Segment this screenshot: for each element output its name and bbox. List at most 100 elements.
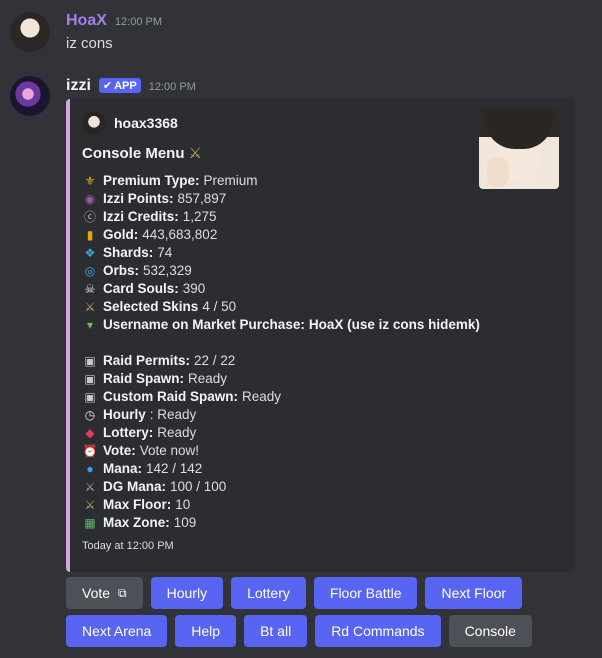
- button-label: Next Arena: [82, 623, 152, 639]
- izzi-points-icon: ◉: [84, 192, 96, 206]
- line-label: Lottery:: [103, 425, 154, 440]
- embed-line: ▮ Gold: 443,683,802: [82, 226, 480, 244]
- line-label: Max Zone:: [103, 515, 170, 530]
- sword-icon: ⚔: [84, 480, 96, 494]
- button-label: Lottery: [247, 585, 290, 601]
- ticket-icon: ▣: [84, 372, 96, 386]
- shards-icon: ❖: [84, 246, 96, 260]
- line-label: Max Floor:: [103, 497, 172, 512]
- line-value: 4 / 50: [202, 299, 237, 314]
- line-value: 10: [175, 497, 191, 512]
- author-avatar: [82, 111, 106, 135]
- bt-all-button[interactable]: Bt all: [244, 615, 308, 647]
- rd-commands-button[interactable]: Rd Commands: [315, 615, 441, 647]
- button-row-2: Next Arena Help Bt all Rd Commands Console: [66, 615, 532, 647]
- lottery-button[interactable]: Lottery: [231, 577, 306, 609]
- embed-line: ◎ Orbs: 532,329: [82, 262, 480, 280]
- embed-description: ⚜ Premium Type: Premium ◉ Izzi Points: 857,89…: [82, 172, 480, 532]
- line-label: Gold:: [103, 227, 139, 242]
- alarm-clock-icon: ⏰: [82, 444, 98, 458]
- console-button[interactable]: Console: [448, 615, 532, 647]
- button-label: Rd Commands: [331, 623, 425, 639]
- embed-line: ◉ Izzi Points: 857,897: [82, 190, 480, 208]
- line-label: Vote:: [103, 443, 136, 458]
- gold-icon: ▮: [86, 228, 94, 242]
- line-value: 1,275: [182, 209, 217, 224]
- line-value: Premium: [203, 173, 258, 188]
- line-value: 390: [182, 281, 206, 296]
- embed: hoax3368 Console Menu ⚔ ⚜ Premium Type: Pr…: [66, 99, 575, 572]
- line-value: 443,683,802: [142, 227, 218, 242]
- line-value: 100 / 100: [170, 479, 227, 494]
- vote-button[interactable]: Vote ⧉: [66, 577, 143, 609]
- avatar[interactable]: [10, 12, 50, 52]
- line-label: Hourly: [103, 407, 146, 422]
- crossed-swords-icon: ⚔: [84, 498, 96, 512]
- next-arena-button[interactable]: Next Arena: [66, 615, 168, 647]
- line-value: : Ready: [149, 407, 197, 422]
- line-label: Selected Skins: [103, 299, 199, 314]
- embed-line: ▣ Raid Spawn: Ready: [82, 370, 480, 388]
- button-label: Console: [464, 623, 516, 639]
- line-label: Username on Market Purchase:: [103, 317, 305, 332]
- line-label: Izzi Credits:: [103, 209, 179, 224]
- embed-author: hoax3368: [82, 111, 178, 135]
- username[interactable]: HoaX: [66, 12, 107, 30]
- avatar[interactable]: [10, 76, 50, 116]
- embed-line: ⚔ DG Mana: 100 / 100: [82, 478, 480, 496]
- line-label: Premium Type:: [103, 173, 200, 188]
- author-name: hoax3368: [114, 115, 178, 131]
- map-icon: ▦: [84, 516, 96, 530]
- timestamp: 12:00 PM: [114, 16, 162, 28]
- premium-icon: ⚜: [84, 174, 96, 188]
- market-icon: ▾: [86, 318, 94, 332]
- line-label: Card Souls:: [103, 281, 179, 296]
- crossed-swords-icon: ⚔: [84, 300, 96, 314]
- floor-battle-button[interactable]: Floor Battle: [313, 577, 418, 609]
- line-value: 22 / 22: [194, 353, 236, 368]
- droplet-icon: ●: [86, 462, 94, 476]
- line-label: Mana:: [103, 461, 143, 476]
- embed-line: ▦ Max Zone: 109: [82, 514, 480, 532]
- button-label: Bt all: [260, 623, 292, 639]
- embed-line: ▣ Raid Permits: 22 / 22: [82, 352, 480, 370]
- line-value: 74: [157, 245, 173, 260]
- line-label: Raid Permits:: [103, 353, 191, 368]
- button-label: Vote: [82, 585, 111, 601]
- clock-icon: ◷: [84, 408, 96, 422]
- embed-line: ▣ Custom Raid Spawn: Ready: [82, 388, 480, 406]
- izzi-credits-icon: ⓒ: [83, 210, 96, 224]
- embed-footer: Today at 12:00 PM: [82, 540, 174, 552]
- crossed-swords-icon: ⚔: [188, 145, 202, 162]
- next-floor-button[interactable]: Next Floor: [425, 577, 523, 609]
- help-button[interactable]: Help: [175, 615, 237, 647]
- line-label: DG Mana:: [103, 479, 167, 494]
- embed-title: Console Menu ⚔: [82, 144, 202, 163]
- embed-line: ☠ Card Souls: 390: [82, 280, 480, 298]
- hourly-button[interactable]: Hourly: [150, 577, 224, 609]
- button-row-1: Vote ⧉ Hourly Lottery Floor Battle Next Floor: [66, 577, 523, 609]
- embed-line: ⚔ Selected Skins 4 / 50: [82, 298, 480, 316]
- button-label: Hourly: [166, 585, 208, 601]
- timestamp: 12:00 PM: [148, 81, 196, 93]
- message-content: iz cons: [66, 35, 113, 52]
- app-badge: ✔ APP: [98, 78, 141, 93]
- line-value: 142 / 142: [146, 461, 203, 476]
- embed-thumbnail[interactable]: [479, 109, 559, 189]
- line-label: Custom Raid Spawn:: [103, 389, 239, 404]
- embed-line: ⓒ Izzi Credits: 1,275: [82, 208, 480, 226]
- button-label: Help: [191, 623, 221, 639]
- line-value: 857,897: [177, 191, 227, 206]
- embed-line: ⚜ Premium Type: Premium: [82, 172, 480, 190]
- embed-line: ❖ Shards: 74: [82, 244, 480, 262]
- lottery-ticket-icon: ◆: [85, 426, 95, 440]
- button-label: Next Floor: [441, 585, 507, 601]
- ticket-icon: ▣: [84, 354, 96, 368]
- orbs-icon: ◎: [84, 264, 96, 278]
- username[interactable]: izzi: [66, 77, 91, 95]
- line-label: Orbs:: [103, 263, 140, 278]
- line-value: Ready: [242, 389, 282, 404]
- skull-icon: ☠: [84, 282, 96, 296]
- line-label: Izzi Points:: [103, 191, 174, 206]
- embed-line: ▾ Username on Market Purchase: HoaX (use i…: [82, 316, 480, 334]
